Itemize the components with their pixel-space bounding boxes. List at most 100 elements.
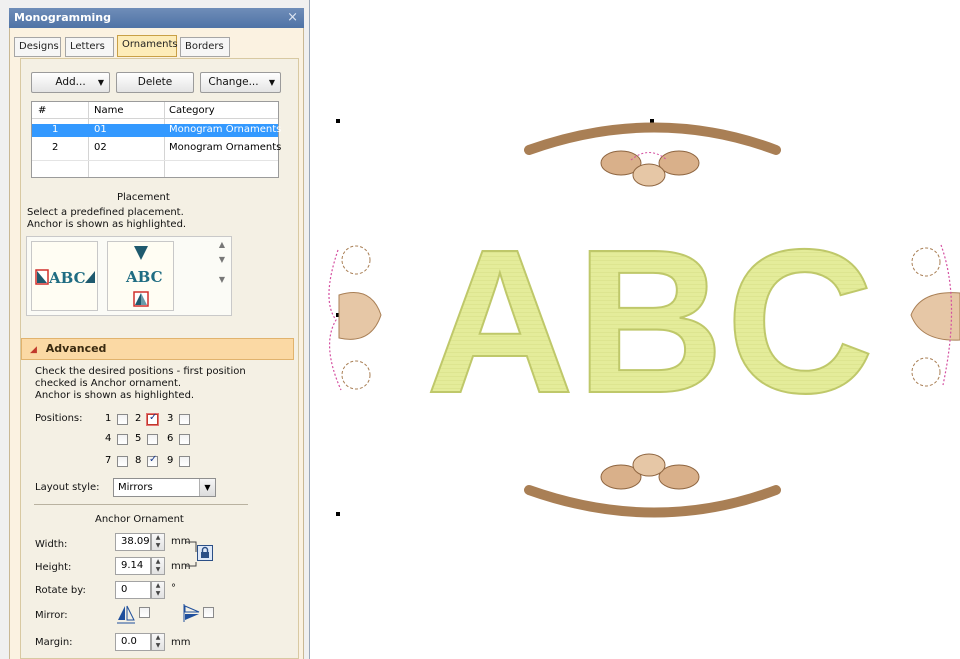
placement-heading: Placement [117,192,170,203]
tab-borders[interactable]: Borders [180,37,230,57]
column-divider [88,102,89,177]
positions-label: Positions: [35,413,83,424]
add-button-label: Add... [55,76,86,88]
width-field[interactable]: 38.09 [115,533,151,551]
advanced-heading: Advanced [45,342,107,355]
position-checkbox-8[interactable] [147,454,158,467]
column-header-category[interactable]: Category [169,105,215,116]
collapse-arrow-icon: ◢ [30,345,37,355]
position-checkbox-5[interactable] [147,434,158,445]
docker-titlebar: Monogramming × [9,8,304,28]
gallery-scrollbar[interactable]: ▲ ▼ ▼ [212,236,232,316]
rotate-field[interactable]: 0 [115,581,151,599]
position-number: 2 [135,413,142,424]
advanced-description: Anchor is shown as highlighted. [35,390,195,401]
monogramming-docker: Monogramming × Designs Letters Ornaments… [0,0,310,659]
layout-style-label: Layout style: [35,482,100,493]
position-number: 3 [167,413,174,424]
placement-thumb-text: ABC [125,268,163,286]
tab-letters[interactable]: Letters [65,37,114,57]
position-number: 8 [135,455,142,466]
position-checkbox-6[interactable] [179,434,190,445]
chevron-down-icon: ▼ [268,78,275,87]
margin-unit: mm [171,637,191,648]
placement-gallery: ABC ABC [26,236,232,316]
position-number: 5 [135,433,142,444]
placement-vertical-icon: ABC [125,246,163,307]
position-checkbox-7[interactable] [117,456,128,467]
layout-style-value: Mirrors [118,482,153,493]
tab-designs[interactable]: Designs [14,37,61,57]
margin-spinner[interactable]: ▲ ▼ [151,633,165,651]
row-category: Monogram Ornaments [169,142,282,153]
list-item[interactable]: 2 02 Monogram Ornaments [32,142,282,155]
margin-field[interactable]: 0.0 [115,633,151,651]
height-label: Height: [35,562,72,573]
delete-button[interactable]: Delete [116,72,194,93]
scroll-down-icon[interactable]: ▼ [212,255,232,264]
row-divider [32,160,278,161]
tab-ornaments[interactable]: Ornaments [117,35,178,57]
width-label: Width: [35,539,68,550]
position-number: 9 [167,455,174,466]
mirror-horizontal-icon [117,605,135,624]
height-spinner[interactable]: ▲ ▼ [151,557,165,575]
close-icon[interactable]: × [287,8,298,28]
chevron-down-icon[interactable]: ▼ [199,479,215,496]
scroll-up-icon[interactable]: ▲ [212,240,232,249]
column-header-name[interactable]: Name [94,105,124,116]
lock-icon[interactable] [197,545,213,561]
position-number: 7 [105,455,112,466]
placement-thumb-text: ABC [48,269,86,287]
advanced-description: checked is Anchor ornament. [35,378,182,389]
position-checkbox-4[interactable] [117,434,128,445]
change-button-label: Change... [208,76,259,88]
monogram-letters[interactable]: ABC [425,206,876,437]
ornament-list[interactable]: # Name Category 1 01 Monogram Ornaments … [31,101,282,178]
position-number: 6 [167,433,174,444]
design-canvas[interactable]: ABC [311,0,960,659]
left-ornament[interactable] [328,245,382,391]
docker-title: Monogramming [14,11,112,24]
position-number: 1 [105,413,112,424]
bottom-ornament[interactable] [524,453,781,518]
top-ornament[interactable] [524,122,781,187]
advanced-section-header[interactable]: ◢ Advanced [21,338,294,360]
change-button[interactable]: Change... ▼ [200,72,281,93]
row-number: 1 [52,124,59,135]
rotate-label: Rotate by: [35,585,86,596]
position-number: 4 [105,433,112,444]
right-ornament[interactable] [910,244,960,387]
anchor-ornament-heading: Anchor Ornament [95,514,184,525]
position-checkbox-2[interactable] [147,412,158,425]
column-header-number[interactable]: # [38,105,46,116]
layout-style-select[interactable]: Mirrors ▼ [113,478,216,497]
section-divider [34,504,248,505]
mirror-label: Mirror: [35,610,68,621]
placement-option-horizontal[interactable]: ABC [31,241,98,311]
mirror-horizontal-checkbox[interactable] [139,607,150,618]
placement-instruction: Select a predefined placement. [27,207,184,218]
row-name: 02 [94,142,107,153]
position-checkbox-9[interactable] [179,456,190,467]
scroll-more-icon[interactable]: ▼ [212,275,232,284]
advanced-description: Check the desired positions - first posi… [35,366,246,377]
rotate-spinner[interactable]: ▲ ▼ [151,581,165,599]
position-checkbox-1[interactable] [117,414,128,425]
mirror-vertical-checkbox[interactable] [203,607,214,618]
position-checkbox-3[interactable] [179,414,190,425]
width-spinner[interactable]: ▲ ▼ [151,533,165,551]
height-field[interactable]: 9.14 [115,557,151,575]
row-category: Monogram Ornaments [169,124,282,135]
placement-instruction: Anchor is shown as highlighted. [27,219,187,230]
placement-option-vertical[interactable]: ABC [107,241,174,311]
row-number: 2 [52,142,59,153]
row-name: 01 [94,124,107,135]
mirror-vertical-icon [183,604,200,622]
list-header: # Name Category [32,102,278,119]
column-divider [164,102,165,177]
add-button[interactable]: Add... ▼ [31,72,110,93]
monogram-artwork: ABC [328,122,960,518]
rotate-unit: ° [171,583,176,594]
list-item[interactable]: 1 01 Monogram Ornaments [32,124,282,137]
